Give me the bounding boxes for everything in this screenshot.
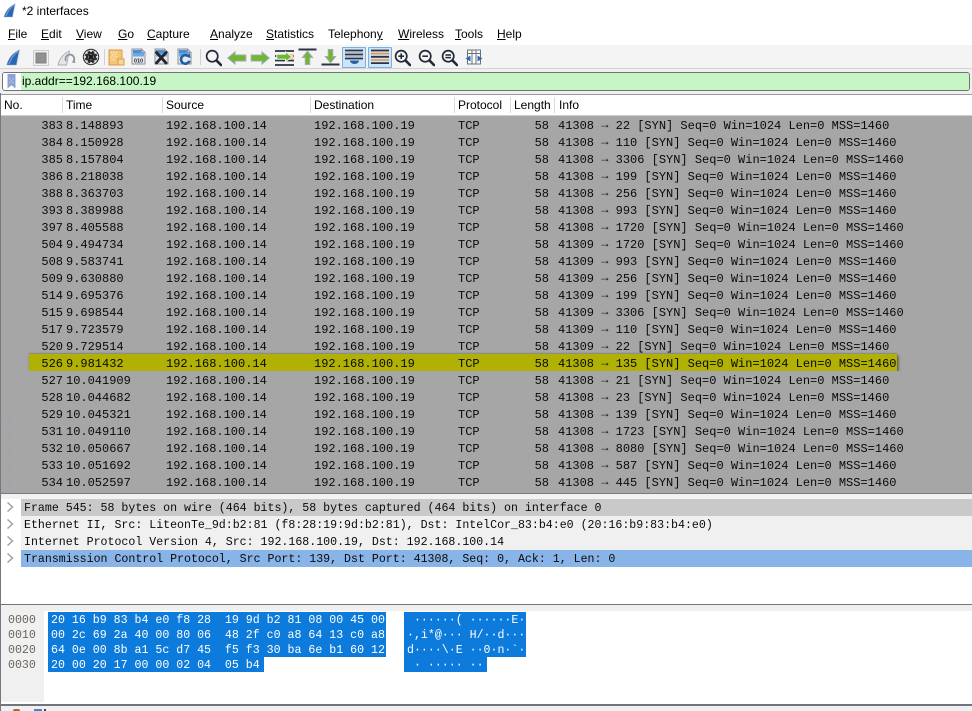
svg-text:010: 010 xyxy=(134,59,143,65)
